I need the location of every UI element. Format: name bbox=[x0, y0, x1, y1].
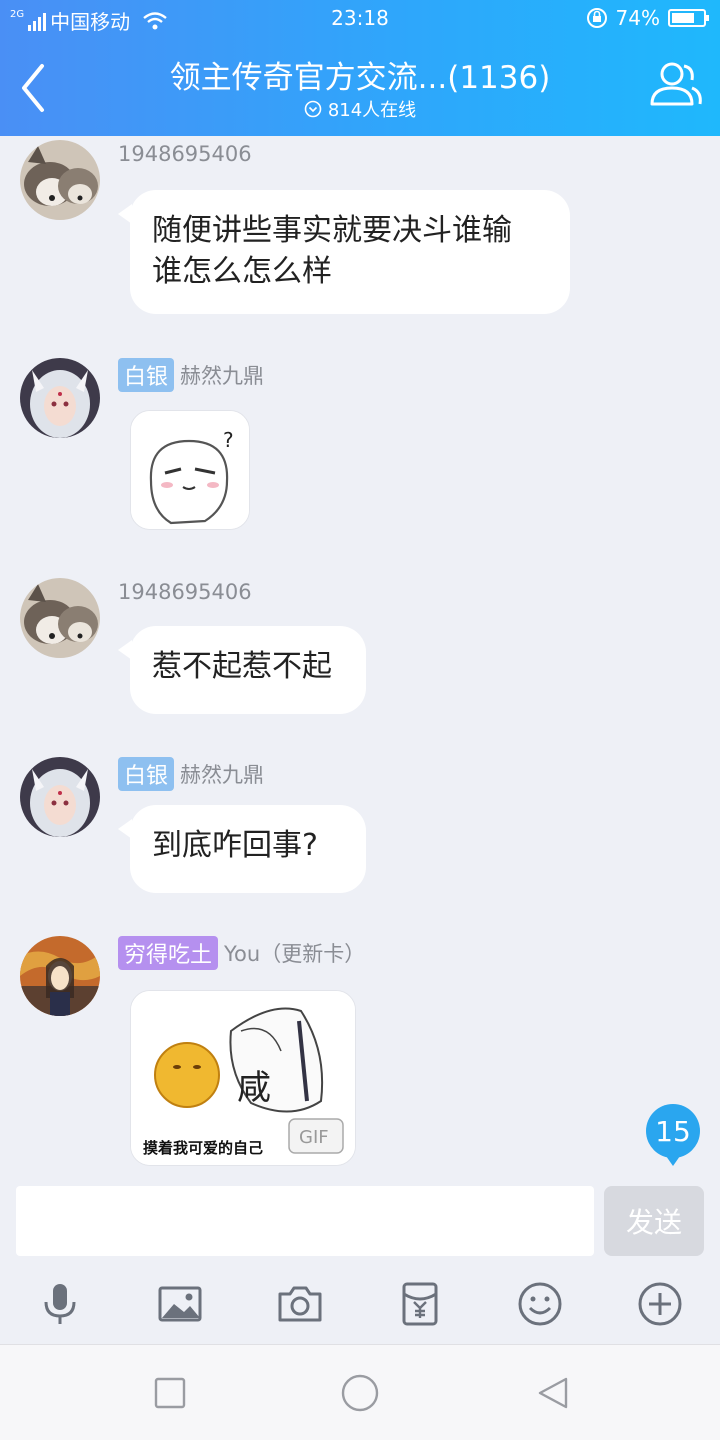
message-bubble[interactable]: 随便讲些事实就要决斗谁输 谁怎么怎么样 bbox=[118, 190, 570, 314]
recents-square-icon[interactable] bbox=[150, 1373, 190, 1413]
sender-row: 白银 赫然九鼎 bbox=[118, 757, 264, 791]
message: 1948695406 惹不起惹不起 bbox=[0, 578, 720, 718]
rotation-lock-icon bbox=[586, 8, 607, 28]
send-button[interactable]: 发送 bbox=[604, 1186, 704, 1256]
message-text: 到底咋回事? bbox=[152, 828, 318, 863]
message-bubble[interactable]: 到底咋回事? bbox=[118, 805, 366, 893]
level-badge: 白银 bbox=[118, 757, 175, 791]
sender-name: 赫然九鼎 bbox=[180, 763, 265, 787]
dog-avatar-image bbox=[20, 140, 100, 220]
home-circle-icon[interactable] bbox=[338, 1371, 382, 1415]
level-badge: 穷得吃土 bbox=[118, 936, 219, 970]
avatar-self[interactable] bbox=[20, 936, 100, 1016]
message: 白银 赫然九鼎 到底咋回事? bbox=[0, 757, 720, 897]
chat-header: 2G 中国移动 23:18 74% 领主传奇官方交流...(1136) 814人… bbox=[0, 0, 720, 136]
camera-icon[interactable] bbox=[276, 1280, 324, 1328]
sender-name: You（更新卡） bbox=[224, 942, 366, 966]
battery-percent: 74% bbox=[615, 6, 660, 30]
message: 1948695406 随便讲些事实就要决斗谁输 谁怎么怎么样 bbox=[0, 140, 720, 330]
sticker-question-mark: ? bbox=[223, 428, 234, 452]
scream-avatar-image bbox=[20, 936, 100, 1016]
sender-name: 1948695406 bbox=[118, 142, 252, 166]
sticker-caption: 摸着我可爱的自己 bbox=[143, 1139, 263, 1157]
avatar-dog[interactable] bbox=[20, 140, 100, 220]
status-right: 74% bbox=[586, 6, 709, 30]
avatar-anime-girl[interactable] bbox=[20, 757, 100, 837]
message-input[interactable] bbox=[16, 1186, 594, 1256]
sender-name: 1948695406 bbox=[118, 580, 252, 604]
microphone-icon[interactable] bbox=[36, 1280, 84, 1328]
battery-icon bbox=[668, 9, 709, 27]
unread-count-badge[interactable]: 15 bbox=[646, 1104, 700, 1166]
salted-fish-sticker: 咸 摸着我可爱的自己 GIF bbox=[131, 991, 355, 1165]
avatar-anime-girl[interactable] bbox=[20, 358, 100, 438]
sender-row: 白银 赫然九鼎 bbox=[118, 358, 264, 392]
sender-id: 1948695406 bbox=[118, 580, 252, 604]
chevron-down-circle-icon bbox=[304, 100, 322, 118]
back-triangle-icon[interactable] bbox=[534, 1373, 574, 1413]
sticker-image[interactable]: ? bbox=[130, 410, 250, 530]
confused-face-sticker: ? bbox=[131, 411, 249, 529]
online-text: 814人在线 bbox=[327, 100, 417, 121]
anime-avatar-image bbox=[20, 358, 100, 438]
group-title[interactable]: 领主传奇官方交流...(1136) bbox=[120, 52, 600, 97]
level-badge: 白银 bbox=[118, 358, 175, 392]
composer: 发送 bbox=[0, 1172, 720, 1264]
battery-level bbox=[672, 13, 695, 23]
composer-toolbar bbox=[0, 1264, 720, 1344]
group-members-icon[interactable] bbox=[648, 58, 704, 110]
sender-name: 赫然九鼎 bbox=[180, 364, 265, 388]
message: 穷得吃土 You（更新卡） 咸 摸着我可爱的自己 GIF bbox=[0, 936, 720, 1168]
avatar-dog[interactable] bbox=[20, 578, 100, 658]
anime-avatar-image bbox=[20, 757, 100, 837]
sender-id: 1948695406 bbox=[118, 142, 252, 166]
status-bar: 2G 中国移动 23:18 74% bbox=[0, 0, 720, 40]
online-count[interactable]: 814人在线 bbox=[0, 96, 720, 122]
gif-sticker[interactable]: 咸 摸着我可爱的自己 GIF bbox=[130, 990, 356, 1166]
message-line: 随便讲些事实就要决斗谁输 bbox=[152, 213, 512, 248]
plus-icon[interactable] bbox=[636, 1280, 684, 1328]
image-icon[interactable] bbox=[156, 1280, 204, 1328]
system-nav-bar bbox=[0, 1344, 720, 1440]
dog-avatar-image bbox=[20, 578, 100, 658]
message-line: 谁怎么怎么样 bbox=[152, 254, 332, 289]
message-bubble[interactable]: 惹不起惹不起 bbox=[118, 626, 366, 714]
message: 白银 赫然九鼎 ? bbox=[0, 358, 720, 538]
sticker-fish-text: 咸 bbox=[237, 1068, 271, 1108]
red-packet-icon[interactable] bbox=[396, 1280, 444, 1328]
message-text: 惹不起惹不起 bbox=[152, 649, 332, 684]
emoji-icon[interactable] bbox=[516, 1280, 564, 1328]
sender-row: 穷得吃土 You（更新卡） bbox=[118, 936, 365, 970]
gif-label: GIF bbox=[299, 1127, 329, 1148]
